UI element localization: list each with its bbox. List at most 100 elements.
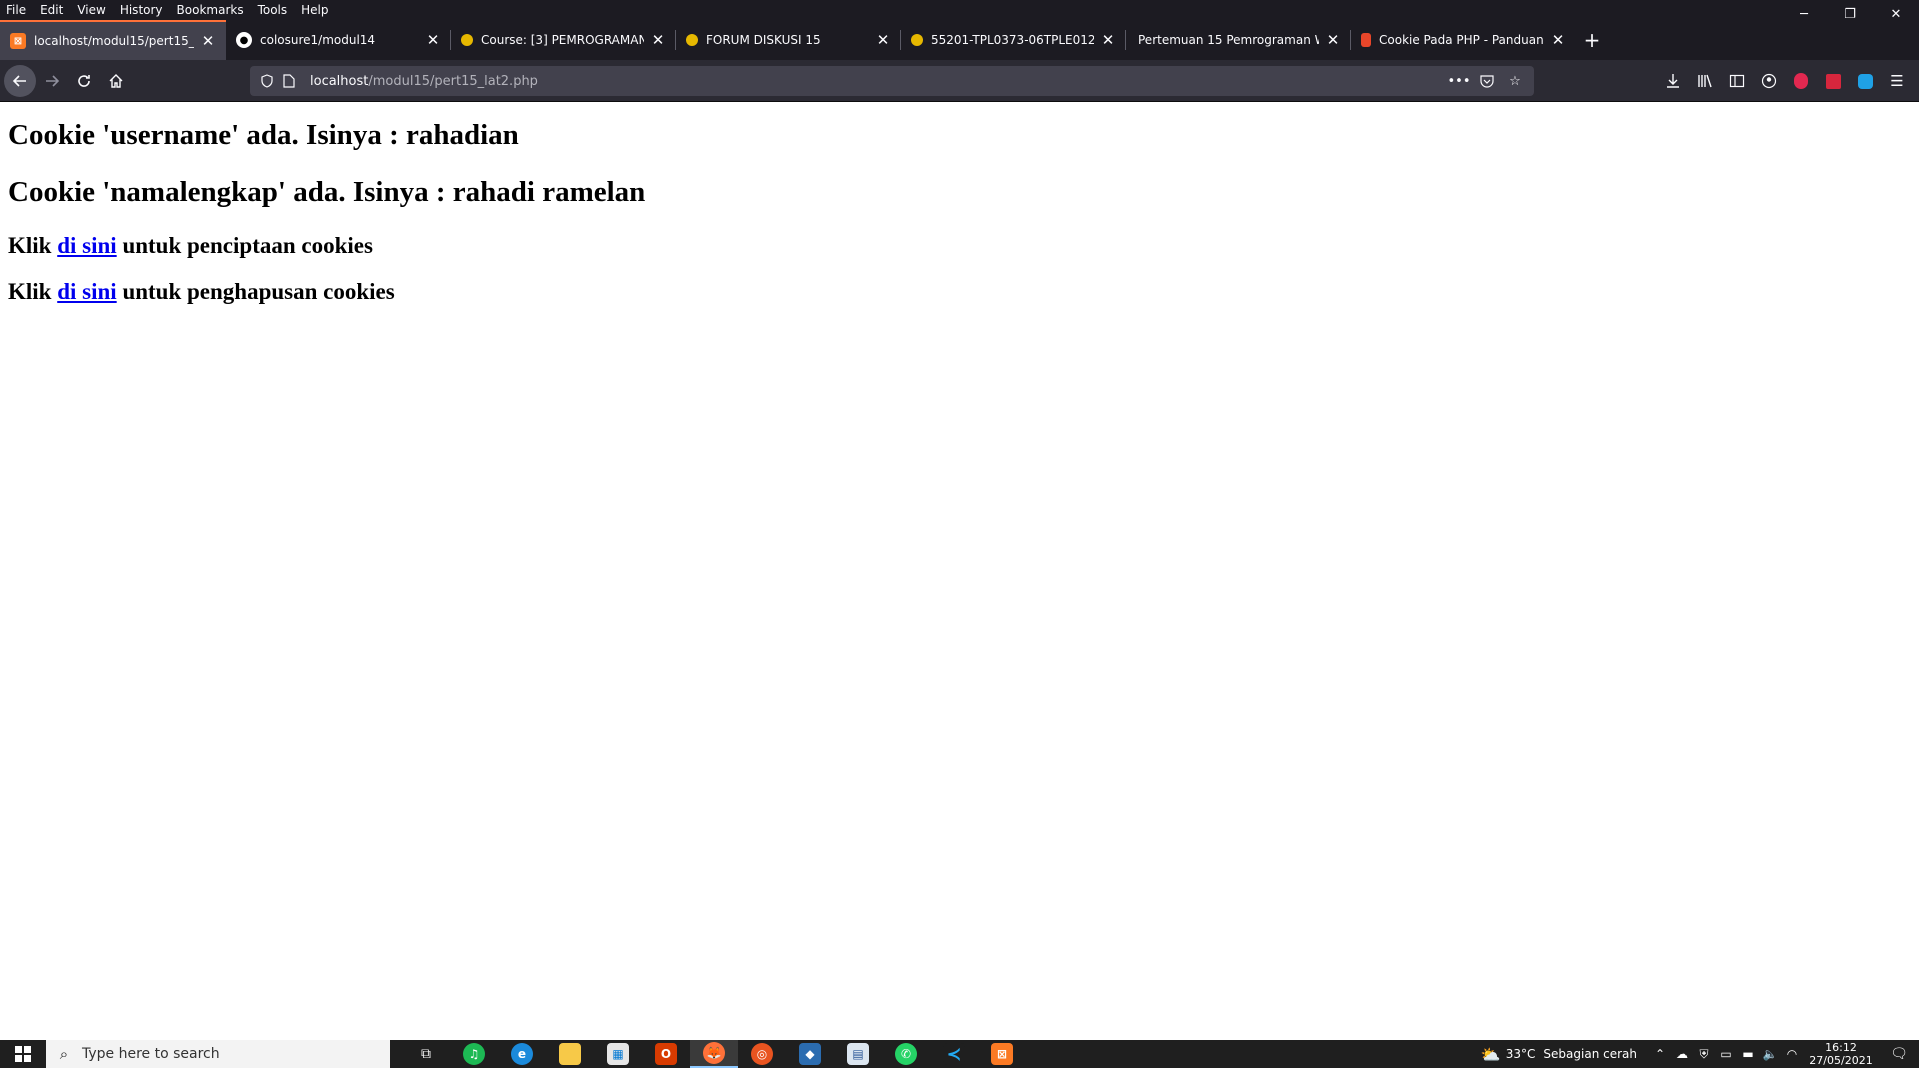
menu-help[interactable]: Help (294, 0, 335, 20)
back-button[interactable] (4, 64, 36, 97)
search-placeholder: Type here to search (82, 1046, 220, 1062)
menu-tools[interactable]: Tools (251, 0, 295, 20)
windows-logo-icon (15, 1046, 31, 1062)
menu-file[interactable]: File (0, 0, 33, 20)
tab-forum[interactable]: FORUM DISKUSI 15 ✕ (676, 20, 901, 60)
vscode-icon[interactable]: ≺ (930, 1040, 978, 1068)
tab-title: Cookie Pada PHP - Panduan L (1379, 33, 1544, 47)
home-icon (109, 73, 123, 88)
tab-github[interactable]: ● colosure1/modul14 ✕ (226, 20, 451, 60)
close-tab-icon[interactable]: ✕ (875, 31, 891, 49)
university-icon (461, 34, 473, 46)
tab-title: Course: [3] PEMROGRAMAN W (481, 33, 644, 47)
menu-view[interactable]: View (70, 0, 112, 20)
university-icon (686, 34, 698, 46)
search-icon: ⌕ (59, 1045, 69, 1063)
store-icon[interactable]: ▦ (594, 1040, 642, 1068)
cookie-site-icon (1361, 33, 1371, 47)
weather-desc[interactable]: Sebagian cerah (1543, 1047, 1637, 1061)
menu-history[interactable]: History (113, 0, 170, 20)
cookie-namalengkap-heading: Cookie 'namalengkap' ada. Isinya : rahad… (8, 176, 646, 208)
menu-edit[interactable]: Edit (33, 0, 70, 20)
ubuntu-icon[interactable]: ◎ (738, 1040, 786, 1068)
menu-bar: File Edit View History Bookmarks Tools H… (0, 0, 1919, 22)
reload-icon (78, 74, 90, 87)
cloud-icon[interactable]: ☁ (1671, 1047, 1693, 1061)
system-tray: ⛅ 33°C Sebagian cerah ⌃ ☁ ⛨ ▭ ▬ 🔈 ◠ 16:1… (1480, 1040, 1919, 1068)
clock-date: 27/05/2021 (1809, 1054, 1873, 1067)
university-icon (911, 34, 923, 46)
menu-hamburger-icon[interactable]: ☰ (1881, 65, 1913, 97)
page-content: Cookie 'username' ada. Isinya : rahadian… (0, 103, 1919, 1040)
close-tab-icon[interactable]: ✕ (200, 32, 216, 50)
security-icon[interactable]: ⛨ (1693, 1047, 1715, 1062)
menu-bookmarks[interactable]: Bookmarks (170, 0, 251, 20)
weather-icon[interactable]: ⛅ (1480, 1045, 1502, 1064)
arrow-left-icon (12, 74, 26, 87)
pocket-icon[interactable] (1476, 70, 1498, 92)
start-button[interactable] (0, 1040, 46, 1068)
account-icon[interactable] (1753, 65, 1785, 97)
toolbar-right: ☰ (1657, 65, 1913, 97)
arrow-right-icon (46, 74, 60, 87)
bookmark-star-icon[interactable]: ☆ (1504, 70, 1526, 92)
home-button[interactable] (100, 65, 132, 97)
shield-icon[interactable] (256, 70, 278, 92)
delete-cookies-line: Klik di sini untuk penghapusan cookies (8, 279, 395, 304)
whatsapp-icon[interactable]: ✆ (882, 1040, 930, 1068)
close-tab-icon[interactable]: ✕ (650, 31, 666, 49)
office-icon[interactable]: O (642, 1040, 690, 1068)
weather-temp[interactable]: 33°C (1506, 1047, 1536, 1061)
tab-strip: ⊠ localhost/modul15/pert15_lat2 ✕ ● colo… (0, 20, 1919, 60)
close-tab-icon[interactable]: ✕ (425, 31, 441, 49)
page-actions-icon[interactable]: ••• (1448, 70, 1471, 92)
firefox-icon[interactable]: 🦊 (690, 1040, 738, 1068)
tab-title: 55201-TPL0373-06TPLE012-202 (931, 33, 1094, 47)
spotify-icon[interactable]: ♫ (450, 1040, 498, 1068)
edge-icon[interactable]: e (498, 1040, 546, 1068)
battery-icon[interactable]: ▬ (1737, 1047, 1759, 1061)
display-icon[interactable]: ▭ (1715, 1047, 1737, 1061)
tab-localhost[interactable]: ⊠ localhost/modul15/pert15_lat2 ✕ (0, 20, 226, 60)
wifi-icon[interactable]: ◠ (1781, 1047, 1803, 1061)
cookie-username-heading: Cookie 'username' ada. Isinya : rahadian (8, 119, 519, 151)
tab-title: colosure1/modul14 (260, 33, 376, 47)
file-explorer-icon[interactable] (546, 1040, 594, 1068)
taskbar: ⌕ Type here to search ⧉ ♫ e ▦ O 🦊 ◎ ◆ ▤ … (0, 1040, 1919, 1068)
clock[interactable]: 16:12 27/05/2021 (1803, 1041, 1879, 1067)
app-window-icon[interactable]: ▤ (834, 1040, 882, 1068)
notification-icon[interactable]: 🗨 (1879, 1046, 1919, 1062)
sidebar-icon[interactable] (1721, 65, 1753, 97)
task-view-icon[interactable]: ⧉ (402, 1040, 450, 1068)
volume-icon[interactable]: 🔈 (1759, 1047, 1781, 1061)
create-cookies-line: Klik di sini untuk penciptaan cookies (8, 233, 373, 258)
page-icon[interactable] (278, 70, 300, 92)
app-blue-icon[interactable]: ◆ (786, 1040, 834, 1068)
taskbar-search[interactable]: ⌕ Type here to search (46, 1040, 390, 1068)
tab-title: localhost/modul15/pert15_lat2 (34, 34, 194, 48)
create-cookies-link[interactable]: di sini (57, 233, 116, 258)
xampp-taskbar-icon[interactable]: ⊠ (978, 1040, 1026, 1068)
clock-time: 16:12 (1825, 1041, 1857, 1054)
reload-button[interactable] (68, 65, 100, 97)
extension-blue-icon[interactable] (1849, 65, 1881, 97)
extension-red-icon[interactable] (1785, 65, 1817, 97)
tab-pertemuan15[interactable]: Pertemuan 15 Pemrograman Web ✕ (1126, 20, 1351, 60)
new-tab-button[interactable]: + (1576, 20, 1608, 60)
url-text[interactable]: localhost/modul15/pert15_lat2.php (310, 74, 538, 89)
close-tab-icon[interactable]: ✕ (1325, 31, 1341, 49)
close-tab-icon[interactable]: ✕ (1100, 31, 1116, 49)
delete-cookies-link[interactable]: di sini (57, 279, 116, 304)
tab-title: FORUM DISKUSI 15 (706, 33, 821, 47)
chevron-up-icon[interactable]: ⌃ (1649, 1047, 1671, 1061)
downloads-icon[interactable] (1657, 65, 1689, 97)
library-icon[interactable] (1689, 65, 1721, 97)
url-bar[interactable]: localhost/modul15/pert15_lat2.php ••• ☆ (250, 66, 1534, 96)
navigation-toolbar: localhost/modul15/pert15_lat2.php ••• ☆ (0, 60, 1919, 102)
tab-cookie-php[interactable]: Cookie Pada PHP - Panduan L ✕ (1351, 20, 1576, 60)
extension-pen-icon[interactable] (1817, 65, 1849, 97)
forward-button[interactable] (36, 65, 68, 97)
tab-55201[interactable]: 55201-TPL0373-06TPLE012-202 ✕ (901, 20, 1126, 60)
close-tab-icon[interactable]: ✕ (1550, 31, 1566, 49)
tab-course[interactable]: Course: [3] PEMROGRAMAN W ✕ (451, 20, 676, 60)
